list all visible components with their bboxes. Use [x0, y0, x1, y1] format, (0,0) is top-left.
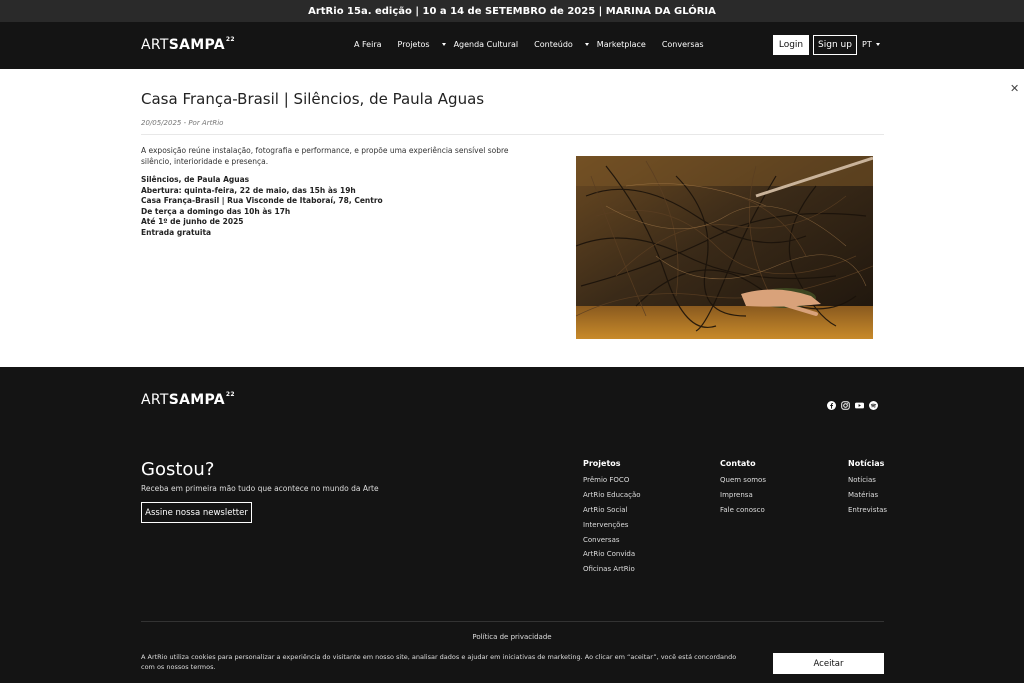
footer-link[interactable]: Imprensa — [720, 491, 766, 501]
logo-thin-text: ART — [141, 37, 169, 53]
footer-column-contato: Contato Quem somos Imprensa Fale conosco — [720, 459, 766, 521]
privacy-policy-link[interactable]: Política de privacidade — [0, 633, 1024, 641]
login-button[interactable]: Login — [773, 35, 809, 55]
social-links — [827, 395, 878, 410]
nav-item-label: Conversas — [661, 40, 704, 49]
gostou-title: Gostou? — [141, 459, 215, 480]
facebook-icon[interactable] — [827, 395, 836, 410]
footer-link[interactable]: Oficinas ArtRio — [583, 565, 641, 575]
logo-bold-text: SAMPA — [168, 37, 225, 53]
detail-line: Silêncios, de Paula Aguas — [141, 175, 250, 184]
logo-sup-text: 22 — [225, 391, 235, 398]
footer-column-heading: Notícias — [848, 459, 885, 468]
footer-link[interactable]: Notícias — [848, 476, 887, 486]
footer-column-projetos: Projetos Prêmio FOCO ArtRio Educação Art… — [583, 459, 641, 580]
detail-line: Entrada gratuita — [141, 227, 212, 237]
spotify-icon[interactable] — [869, 395, 878, 410]
close-icon[interactable]: ✕ — [1010, 82, 1019, 95]
nav-menu: A Feira Projetos Agenda Cultural Conteúd… — [354, 40, 720, 49]
detail-line: Até 1º de junho de 2025 — [141, 217, 244, 226]
cookie-notice-text: A ArtRio utiliza cookies para personaliz… — [141, 653, 737, 671]
footer-link[interactable]: ArtRio Convida — [583, 550, 641, 560]
announcement-text: ArtRio 15a. edição | 10 a 14 de SETEMBRO… — [308, 5, 716, 17]
article-header: Casa França-Brasil | Silêncios, de Paula… — [141, 90, 884, 127]
footer-logo[interactable]: ARTSAMPA22 — [141, 391, 235, 408]
nav-item-agenda-cultural[interactable]: Agenda Cultural — [454, 40, 527, 49]
language-selector[interactable]: PT — [862, 40, 880, 49]
footer-column-heading: Projetos — [583, 459, 621, 468]
footer-link[interactable]: Conversas — [583, 536, 641, 546]
announcement-bar: ArtRio 15a. edição | 10 a 14 de SETEMBRO… — [0, 0, 1024, 22]
detail-line: De terça a domingo das 10h às 17h — [141, 206, 291, 216]
language-label: PT — [862, 40, 872, 49]
logo-bold-text: SAMPA — [168, 392, 225, 408]
footer-link[interactable]: ArtRio Educação — [583, 491, 641, 501]
youtube-icon[interactable] — [855, 395, 864, 409]
nav-item-label: A Feira — [354, 40, 382, 49]
footer-column-heading: Contato — [720, 459, 756, 468]
logo-thin-text: ART — [141, 392, 169, 408]
main-navbar: ARTSAMPA22 A Feira Projetos Agenda Cultu… — [0, 22, 1024, 69]
nav-item-projetos[interactable]: Projetos — [398, 40, 446, 49]
nav-item-label: Conteúdo — [534, 40, 573, 49]
instagram-icon[interactable] — [841, 395, 850, 410]
nav-item-label: Marketplace — [596, 40, 646, 49]
footer-link[interactable]: Intervenções — [583, 521, 641, 531]
article-image — [576, 156, 873, 339]
caret-down-icon — [875, 43, 880, 46]
nav-item-conversas[interactable]: Conversas — [662, 40, 712, 49]
newsletter-button[interactable]: Assine nossa newsletter — [141, 502, 252, 523]
signup-button[interactable]: Sign up — [813, 35, 857, 55]
article-details: Silêncios, de Paula Aguas Abertura: quin… — [141, 175, 561, 238]
footer-divider — [141, 621, 884, 622]
article-title: Casa França-Brasil | Silêncios, de Paula… — [141, 90, 485, 108]
footer-column-noticias: Notícias Notícias Matérias Entrevistas — [848, 459, 887, 521]
nav-item-marketplace[interactable]: Marketplace — [597, 40, 654, 49]
footer-link[interactable]: Quem somos — [720, 476, 766, 486]
article-intro: A exposição reúne instalação, fotografia… — [141, 146, 509, 166]
article-meta: 20/05/2025 - Por ArtRio — [141, 119, 224, 127]
nav-item-conteudo[interactable]: Conteúdo — [534, 40, 589, 49]
footer-link[interactable]: Entrevistas — [848, 506, 887, 516]
detail-line: Casa França-Brasil | Rua Visconde de Ita… — [141, 196, 383, 205]
accept-cookies-button[interactable]: Aceitar — [773, 653, 884, 674]
detail-line: Abertura: quinta-feira, 22 de maio, das … — [141, 185, 356, 195]
caret-down-icon — [441, 43, 446, 46]
site-footer: ARTSAMPA22 Gostou? Receba em primeira mã… — [0, 367, 1024, 683]
nav-item-a-feira[interactable]: A Feira — [354, 40, 390, 49]
article-divider — [141, 134, 884, 135]
footer-link[interactable]: Fale conosco — [720, 506, 766, 516]
logo-sup-text: 22 — [225, 36, 235, 43]
footer-link[interactable]: ArtRio Social — [583, 506, 641, 516]
site-logo[interactable]: ARTSAMPA22 — [141, 36, 235, 53]
footer-link[interactable]: Matérias — [848, 491, 887, 501]
footer-link[interactable]: Prêmio FOCO — [583, 476, 641, 486]
caret-down-icon — [584, 43, 589, 46]
gostou-subtitle: Receba em primeira mão tudo que acontece… — [141, 484, 379, 493]
nav-item-label: Projetos — [397, 40, 430, 49]
nav-item-label: Agenda Cultural — [453, 40, 519, 49]
